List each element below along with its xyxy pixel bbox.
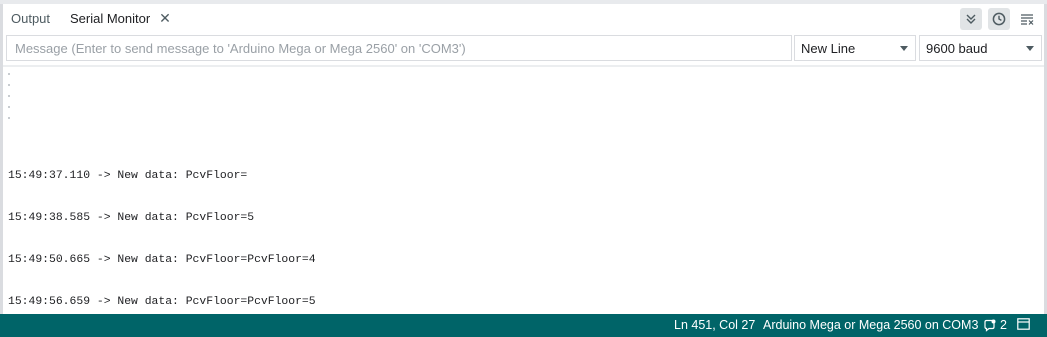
clear-output-icon xyxy=(1021,14,1034,25)
notifications-count: 2 xyxy=(1000,318,1007,332)
log-line: 15:49:37.110 -> New data: PcvFloor= xyxy=(8,170,248,182)
log-line: 15:49:56.659 -> New data: PcvFloor=PcvFl… xyxy=(8,296,316,308)
log-line: 15:49:50.665 -> New data: PcvFloor=PcvFl… xyxy=(8,254,316,266)
cursor-position[interactable]: Ln 451, Col 27 xyxy=(674,318,755,332)
serial-monitor-window: Output Serial Monitor ✕ New Line xyxy=(0,0,1047,337)
message-input-row: New Line 9600 baud xyxy=(3,33,1044,65)
blank-line-marker xyxy=(8,95,10,97)
clock-icon xyxy=(992,12,1006,26)
clear-output-button[interactable] xyxy=(1016,8,1038,30)
message-input[interactable] xyxy=(6,35,792,61)
serial-output-console[interactable]: 15:49:37.110 -> New data: PcvFloor= 15:4… xyxy=(3,67,1044,314)
line-ending-select[interactable]: New Line xyxy=(794,35,916,61)
toggle-panel-button[interactable] xyxy=(1017,318,1030,333)
log-line: 15:49:38.585 -> New data: PcvFloor=5 xyxy=(8,212,255,224)
double-chevron-down-icon xyxy=(966,14,976,24)
blank-line-marker xyxy=(8,73,10,75)
autoscroll-button[interactable] xyxy=(960,8,982,30)
tab-serial-monitor[interactable]: Serial Monitor xyxy=(70,11,150,26)
close-tab-icon[interactable]: ✕ xyxy=(157,10,173,26)
panel-layout-icon xyxy=(1017,318,1030,330)
toggle-timestamp-button[interactable] xyxy=(988,8,1010,30)
status-bar: Ln 451, Col 27 Arduino Mega or Mega 2560… xyxy=(0,314,1047,337)
tab-output[interactable]: Output xyxy=(11,11,50,26)
blank-line-marker xyxy=(8,84,10,86)
baud-rate-value: 9600 baud xyxy=(926,41,988,56)
line-ending-value: New Line xyxy=(801,41,856,56)
blank-lines-markers xyxy=(8,73,12,128)
caret-down-icon xyxy=(900,46,908,51)
baud-rate-select[interactable]: 9600 baud xyxy=(919,35,1042,61)
board-port-status[interactable]: Arduino Mega or Mega 2560 on COM3 xyxy=(763,318,978,332)
blank-line-marker xyxy=(8,117,10,119)
panel-tabs-bar: Output Serial Monitor ✕ xyxy=(3,4,1044,33)
notification-bell-icon xyxy=(984,319,996,332)
blank-line-marker xyxy=(8,106,10,108)
notifications-status[interactable]: 2 xyxy=(983,318,1007,332)
caret-down-icon xyxy=(1026,46,1034,51)
log-lines: 15:49:37.110 -> New data: PcvFloor= 15:4… xyxy=(8,143,316,314)
